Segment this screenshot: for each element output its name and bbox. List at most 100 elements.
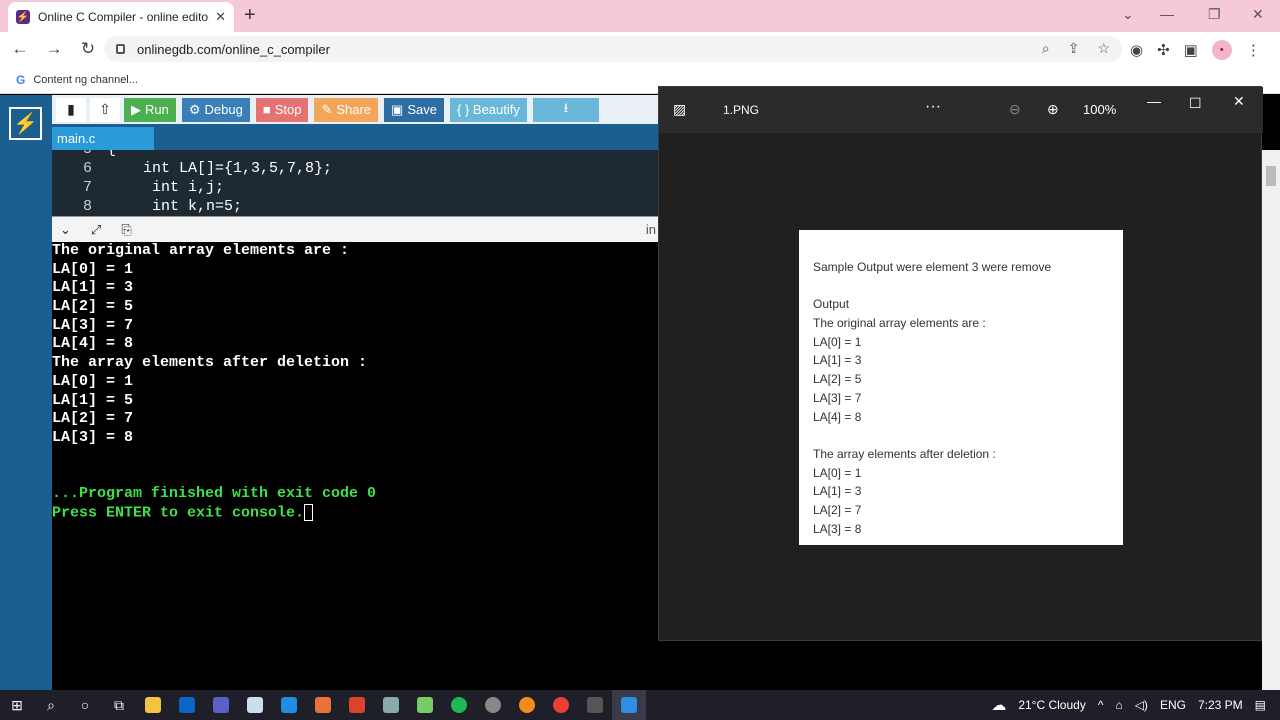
code-text: int k,n=5; (107, 198, 243, 215)
bookmark-star-icon[interactable]: ☆ (1097, 40, 1110, 57)
share-icon: ✎ (321, 101, 333, 117)
photo-viewer-window: ▨ 1.PNG ··· ⊖ ⊕ 100% — ☐ ✕ Sample Output… (658, 86, 1263, 641)
stop-label: Stop (274, 102, 302, 117)
console-line: Press ENTER to exit console. (52, 503, 658, 523)
network-icon[interactable]: ⌂ (1115, 698, 1122, 712)
run-label: Run (145, 102, 169, 117)
save-button[interactable]: ▣ Save (384, 97, 444, 122)
bookmark-item[interactable]: Content ng channel... (33, 74, 138, 86)
code-line: 5{ (52, 150, 658, 160)
image-text-line: Sample Output were element 3 were remove (813, 260, 1052, 274)
scrollbar-thumb[interactable] (1266, 166, 1276, 186)
console-line: LA[4] = 8 (52, 335, 134, 353)
debug-button[interactable]: ⚙ Debug (181, 97, 250, 122)
app-icon[interactable] (408, 690, 442, 720)
text-cursor (304, 503, 314, 521)
profile-avatar[interactable]: • (1211, 40, 1232, 60)
image-text-line: The original array elements are : (813, 316, 986, 331)
vscode-icon[interactable] (272, 690, 306, 720)
stop-button[interactable]: ■ Stop (255, 97, 309, 122)
more-options-icon[interactable]: ··· (925, 98, 941, 116)
file-explorer-icon[interactable] (136, 690, 170, 720)
share-button[interactable]: ✎ Share (314, 97, 379, 122)
run-button[interactable]: ▶ Run (124, 97, 176, 122)
beautify-button[interactable]: { } Beautify (449, 97, 527, 122)
save-icon: ▣ (391, 101, 404, 117)
close-viewer-icon[interactable]: ✕ (1233, 93, 1245, 110)
weather-text[interactable]: 21°C Cloudy (1018, 698, 1086, 712)
console-toolbar: ⌄ ⤢ ⎘ in (52, 216, 658, 242)
minimize-icon[interactable]: — (1147, 93, 1161, 109)
image-text-line: LA[2] = 7 (813, 502, 862, 517)
address-bar[interactable]: onlinegdb.com/online_c_compiler ⌕ ⇪ ☆ (104, 36, 1122, 62)
app-icon[interactable] (238, 690, 272, 720)
share-icon[interactable]: ⇪ (1068, 40, 1080, 57)
browser-tab[interactable]: ⚡ Online C Compiler - online editor ✕ (8, 2, 234, 32)
play-icon: ▶ (131, 101, 141, 117)
zoom-out-icon[interactable]: ⊖ (1009, 101, 1021, 118)
clock-app-icon[interactable] (476, 690, 510, 720)
new-file-icon[interactable]: ▮ (56, 97, 86, 122)
zoom-in-icon[interactable]: ⊕ (1047, 101, 1059, 118)
teams-icon[interactable] (204, 690, 238, 720)
back-icon[interactable]: ← (6, 39, 34, 59)
search-icon[interactable]: ⌕ (34, 690, 68, 720)
windows-start-icon[interactable]: ⊞ (0, 690, 34, 720)
page-scrollbar[interactable] (1262, 150, 1280, 690)
line-number: 5 (52, 150, 92, 158)
console-line: LA[0] = 1 (52, 260, 134, 278)
image-text-line: LA[0] = 1 (813, 465, 862, 480)
spotify-icon[interactable] (442, 690, 476, 720)
browser-toolbar: ← → ↻ onlinegdb.com/online_c_compiler ⌕ … (0, 32, 1280, 66)
image-text-line (813, 426, 1109, 445)
expand-icon[interactable]: ⤢ (91, 222, 101, 238)
menu-kebab-icon[interactable]: ⋮ (1246, 41, 1261, 59)
collapse-chevron-icon[interactable]: ⌄ (60, 222, 71, 238)
app-icon[interactable] (306, 690, 340, 720)
zoom-icon[interactable]: ⌕ (1042, 40, 1050, 57)
gdb-logo-icon[interactable]: ⚡ (9, 107, 42, 140)
photos-icon[interactable] (612, 690, 646, 720)
close-tab-icon[interactable]: ✕ (215, 9, 226, 25)
camera-icon[interactable]: ◉ (1130, 41, 1143, 59)
close-window-icon[interactable]: ✕ (1252, 6, 1264, 23)
image-text-line: LA[4] = 8 (813, 409, 862, 424)
new-tab-button[interactable]: + (244, 4, 256, 27)
system-tray: ☁ 21°C Cloudy ^ ⌂ ◁) ENG 7:23 PM ▤ (991, 690, 1266, 720)
gdb-toolbar: ▮ ⇧ ▶ Run ⚙ Debug ■ Stop ✎ Share ▣ Save { } B… (52, 95, 658, 124)
file-tab-main-c[interactable]: main.c (52, 127, 154, 150)
line-number: 6 (82, 160, 92, 177)
app-icon[interactable] (578, 690, 612, 720)
forward-icon[interactable]: → (40, 39, 68, 59)
url-text: onlinegdb.com/online_c_compiler (137, 41, 330, 57)
photo-viewer-titlebar: ▨ 1.PNG ··· ⊖ ⊕ 100% — ☐ ✕ (659, 87, 1263, 133)
minimize-window-icon[interactable]: — (1160, 6, 1174, 22)
task-view-icon[interactable]: ⧉ (102, 690, 136, 720)
notification-icon[interactable]: ▤ (1255, 698, 1266, 712)
upload-icon[interactable]: ⇧ (90, 97, 120, 122)
line-number: 7 (82, 179, 92, 196)
clock[interactable]: 7:23 PM (1198, 698, 1243, 712)
line-number: 8 (82, 198, 92, 215)
reload-icon[interactable]: ↻ (74, 39, 102, 59)
side-panel-icon[interactable]: ▣ (1184, 41, 1198, 59)
volume-icon[interactable]: ◁) (1135, 698, 1148, 712)
download-button[interactable]: ⭳ (532, 97, 599, 122)
app-icon[interactable] (374, 690, 408, 720)
tray-chevron-icon[interactable]: ^ (1098, 698, 1104, 712)
maximize-icon[interactable]: ☐ (1189, 95, 1202, 112)
language-indicator[interactable]: ENG (1160, 698, 1186, 712)
extensions-puzzle-icon[interactable]: ✣ (1157, 41, 1170, 59)
outlook-icon[interactable] (170, 690, 204, 720)
app-icon[interactable] (340, 690, 374, 720)
cortana-icon[interactable]: ○ (68, 690, 102, 720)
console-output[interactable]: The original array elements are : LA[0] =… (52, 242, 658, 672)
bottom-strip (52, 672, 1280, 690)
restore-window-icon[interactable]: ❐ (1208, 6, 1221, 23)
chrome-icon[interactable] (544, 690, 578, 720)
code-editor[interactable]: 5{ 6 int LA[]={1,3,5,7,8}; 7 int i,j; 8 … (52, 150, 658, 216)
copy-icon[interactable]: ⎘ (121, 222, 131, 238)
chevron-down-icon[interactable]: ⌄ (1122, 6, 1134, 23)
firefox-icon[interactable] (510, 690, 544, 720)
